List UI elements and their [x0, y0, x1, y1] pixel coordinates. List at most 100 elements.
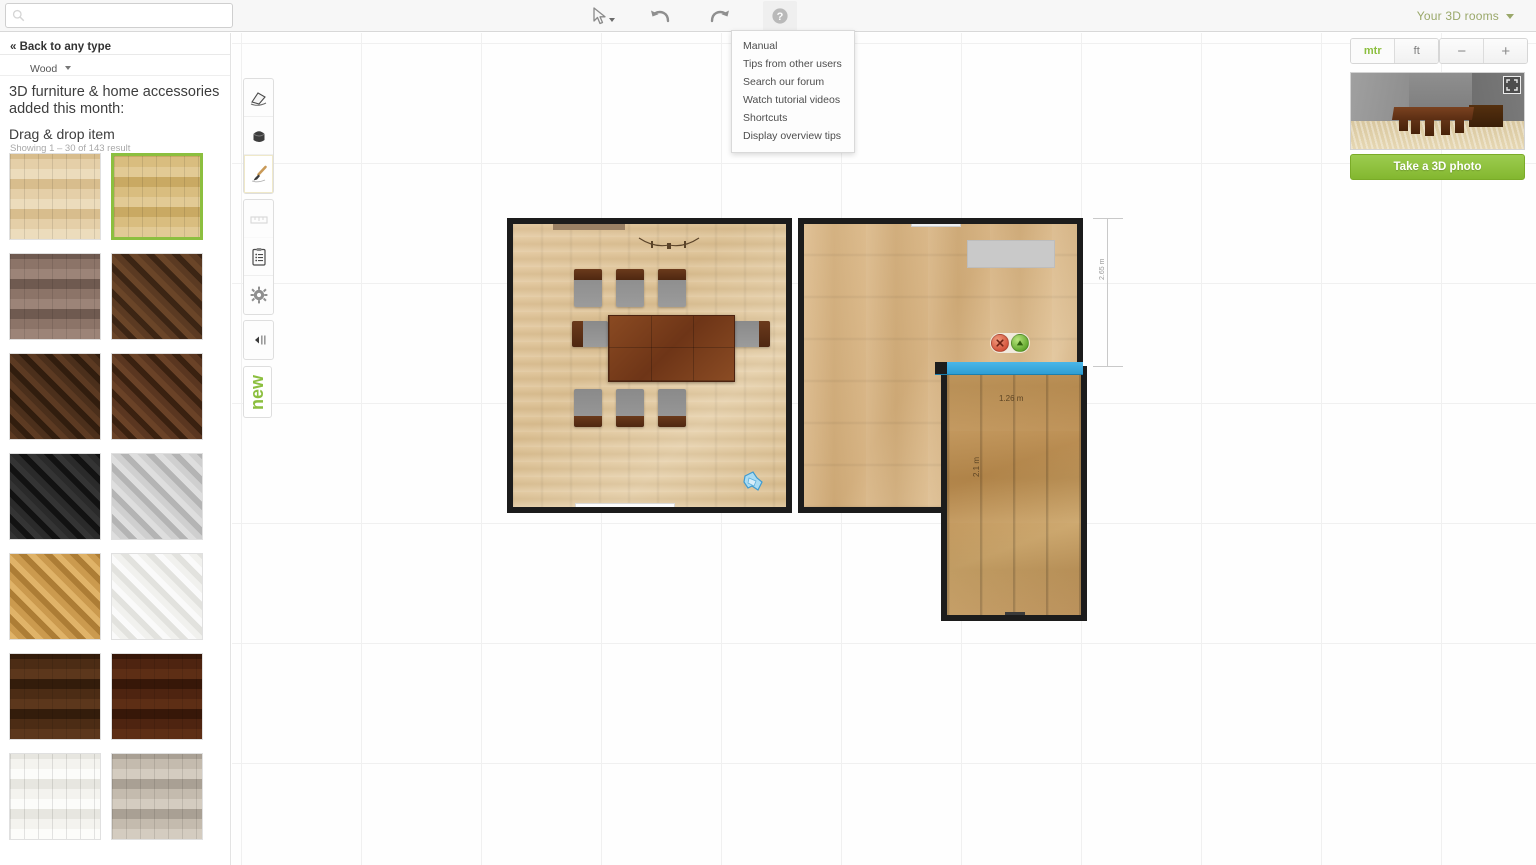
clipboard-icon [250, 247, 268, 267]
svg-text:?: ? [777, 11, 784, 23]
eraser-tool-button[interactable] [244, 79, 273, 117]
expand-preview-button[interactable] [1503, 76, 1521, 94]
pointer-icon [591, 6, 609, 26]
undo-button[interactable] [643, 1, 677, 31]
wall-corner [935, 362, 947, 374]
tool-group-utilities [243, 199, 274, 315]
swatch-light-oak-plank[interactable] [9, 153, 101, 240]
paint-bucket-button[interactable] [244, 117, 273, 155]
room-height-dimension: 2.1 m [972, 457, 981, 477]
fullscreen-icon [1506, 79, 1518, 91]
3d-preview-thumbnail[interactable] [1350, 72, 1525, 150]
material-type-filter[interactable]: Wood [0, 55, 230, 76]
promo-heading: 3D furniture & home accessories added th… [0, 76, 230, 118]
paint-bucket-icon [249, 126, 269, 146]
swatch-driftwood-grey-plank[interactable] [111, 753, 203, 840]
window-opening[interactable] [575, 503, 675, 512]
window-opening[interactable] [911, 218, 961, 227]
selected-furniture-item[interactable] [741, 469, 767, 495]
room-width-dimension: 1.26 m [999, 394, 1023, 403]
dining-chair[interactable] [572, 321, 608, 347]
door-opening[interactable] [1005, 612, 1025, 619]
plus-icon: + [1501, 44, 1510, 59]
paint-brush-button[interactable] [244, 155, 273, 193]
dining-chair[interactable] [616, 269, 644, 307]
back-to-any-type-link[interactable]: « Back to any type [0, 33, 230, 55]
dining-table[interactable] [608, 315, 735, 382]
search-box[interactable] [5, 3, 233, 28]
redo-button[interactable] [703, 1, 737, 31]
material-swatch-grid [9, 153, 213, 840]
measure-tool-icon [249, 210, 269, 228]
cancel-button[interactable] [991, 334, 1009, 352]
collapse-panel-button[interactable] [244, 321, 273, 359]
swatch-honey-oak-plank[interactable] [111, 153, 203, 240]
floorplan-canvas[interactable]: 1.26 m 2.1 m 2.65 m [232, 33, 1536, 865]
dining-chair[interactable] [658, 389, 686, 427]
settings-gear-button[interactable] [244, 276, 273, 314]
swatch-golden-herringbone[interactable] [9, 553, 101, 640]
dining-chair[interactable] [616, 389, 644, 427]
measure-tool-button[interactable] [244, 200, 273, 238]
menu-item-overview-tips[interactable]: Display overview tips [732, 127, 854, 145]
menu-item-manual[interactable]: Manual [732, 37, 854, 55]
swatch-grey-herringbone[interactable] [111, 453, 203, 540]
help-button[interactable]: ? [763, 1, 797, 31]
window-opening[interactable] [553, 218, 625, 230]
unit-imperial-button[interactable]: ft [1394, 39, 1438, 63]
swatch-grey-walnut-plank[interactable] [9, 253, 101, 340]
help-dropdown-menu[interactable]: Manual Tips from other users Search our … [731, 30, 855, 153]
chevron-down-icon [65, 66, 71, 70]
dimension-tick [1093, 366, 1123, 367]
new-tab-label: new [247, 374, 268, 409]
unit-metric-button[interactable]: mtr [1351, 39, 1394, 63]
swatch-dark-herringbone[interactable] [111, 253, 203, 340]
account-menu-label: Your 3D rooms [1417, 9, 1499, 23]
tool-group-paint [243, 78, 274, 194]
swatch-mahogany-plank[interactable] [111, 653, 203, 740]
swatch-whitewash-plank[interactable] [9, 753, 101, 840]
swatch-espresso-herringbone[interactable] [9, 353, 101, 440]
room-hallway[interactable]: 1.26 m 2.1 m [941, 366, 1087, 621]
zoom-out-button[interactable]: − [1440, 39, 1483, 63]
undo-arrow-icon [648, 6, 672, 26]
dimension-tick [1093, 218, 1123, 219]
chevron-up-icon [1015, 338, 1025, 348]
unit-toggle-group: mtr ft [1350, 38, 1439, 64]
top-toolbar: ? Your 3D rooms [0, 0, 1536, 32]
help-question-icon: ? [771, 7, 789, 25]
pointer-tool-button[interactable] [583, 1, 617, 31]
paint-brush-icon [249, 164, 269, 184]
search-input[interactable] [30, 6, 227, 25]
menu-item-forum[interactable]: Search our forum [732, 73, 854, 91]
clipboard-button[interactable] [244, 238, 273, 276]
swatch-black-herringbone[interactable] [9, 453, 101, 540]
menu-item-tips[interactable]: Tips from other users [732, 55, 854, 73]
chevron-down-icon [609, 18, 615, 22]
drag-drop-heading: Drag & drop item [0, 118, 230, 142]
confirm-cancel-controls [990, 333, 1030, 353]
zoom-in-button[interactable]: + [1483, 39, 1527, 63]
account-menu-button[interactable]: Your 3D rooms [1417, 0, 1514, 32]
dining-chair[interactable] [574, 389, 602, 427]
swatch-chocolate-herringbone[interactable] [111, 353, 203, 440]
menu-item-shortcuts[interactable]: Shortcuts [732, 109, 854, 127]
take-3d-photo-button[interactable]: Take a 3D photo [1350, 154, 1525, 180]
dining-chair[interactable] [574, 269, 602, 307]
catalog-sidebar: « Back to any type Wood 3D furniture & h… [0, 33, 231, 865]
new-items-tab[interactable]: new [243, 366, 272, 418]
dining-chair[interactable] [658, 269, 686, 307]
pendant-light-icon[interactable] [638, 237, 700, 251]
preview-dining-table [1392, 107, 1474, 120]
swatch-dark-walnut-plank[interactable] [9, 653, 101, 740]
room-dining[interactable] [507, 218, 792, 513]
selected-wall-segment[interactable] [935, 362, 1083, 374]
confirm-button[interactable] [1011, 334, 1029, 352]
left-tool-rail: new [243, 78, 274, 418]
swatch-white-herringbone[interactable] [111, 553, 203, 640]
menu-item-tutorial-videos[interactable]: Watch tutorial videos [732, 91, 854, 109]
dining-chair[interactable] [734, 321, 770, 347]
unit-and-zoom-row: mtr ft − + [1350, 38, 1528, 64]
area-rug[interactable] [967, 240, 1055, 268]
center-tool-group: ? [583, 0, 797, 32]
